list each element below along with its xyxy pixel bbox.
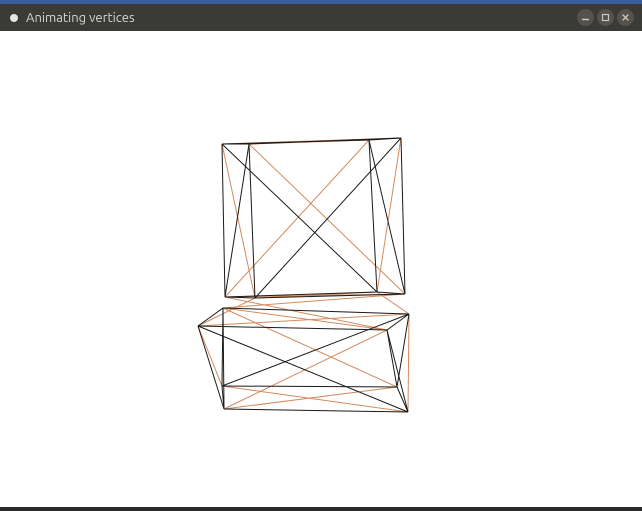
window-bottom-border xyxy=(0,507,642,511)
app-indicator-icon xyxy=(10,14,18,22)
window-controls xyxy=(577,9,642,26)
close-button[interactable] xyxy=(617,9,634,26)
minimize-icon xyxy=(581,13,590,22)
titlebar[interactable]: Animating vertices xyxy=(0,4,642,31)
render-viewport[interactable] xyxy=(0,31,642,511)
close-icon xyxy=(621,13,630,22)
wireframe-svg xyxy=(0,31,642,511)
maximize-button[interactable] xyxy=(597,9,614,26)
wireframe-canvas xyxy=(0,31,642,511)
maximize-icon xyxy=(601,13,610,22)
titlebar-left: Animating vertices xyxy=(0,11,135,25)
minimize-button[interactable] xyxy=(577,9,594,26)
application-window: Animating vertices xyxy=(0,0,642,511)
window-title: Animating vertices xyxy=(26,11,135,25)
